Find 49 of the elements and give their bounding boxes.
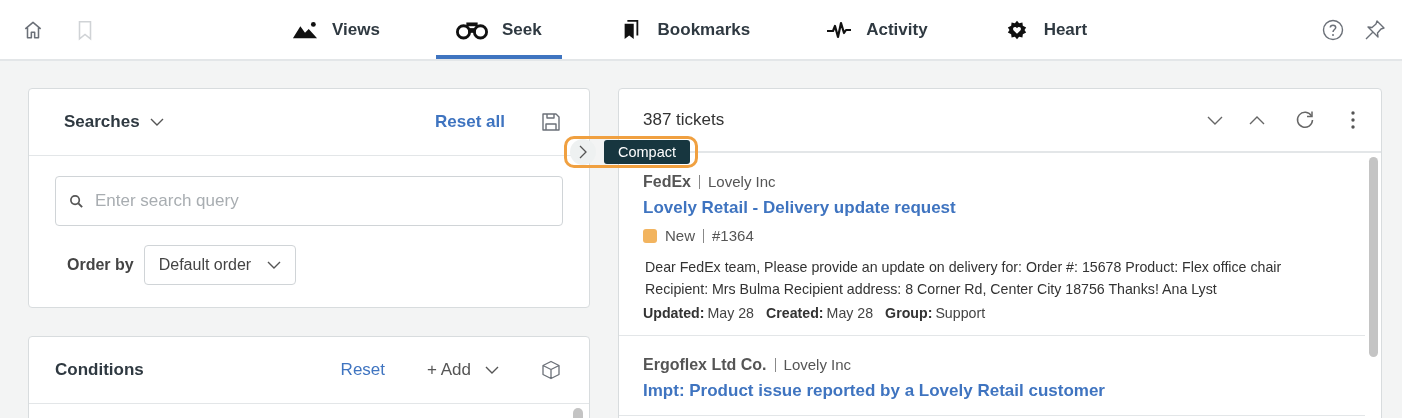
meta-label: Group: <box>885 305 933 321</box>
nav-tab[interactable]: Heart <box>983 0 1108 59</box>
reset-link[interactable]: Reset <box>340 360 386 380</box>
expand-toggle[interactable] <box>570 139 596 165</box>
organization-name: Lovely Inc <box>774 358 852 372</box>
ticket-number: #1364 <box>703 228 754 243</box>
search-icon <box>69 194 84 209</box>
meta-value: May 28 <box>707 305 754 321</box>
organization-name: Lovely Inc <box>699 175 776 189</box>
tooltip: Compact <box>604 140 691 164</box>
order-dropdown[interactable]: Default order <box>143 245 297 285</box>
meta-value: May 28 <box>826 305 874 321</box>
ticket-count: 387 tickets <box>643 110 725 130</box>
meta-label: Created: <box>766 305 824 321</box>
card-title: Conditions <box>55 360 144 380</box>
add-button[interactable]: + Add <box>427 360 499 380</box>
caret-icon <box>267 261 282 269</box>
company-name: Ergoflex Ltd Co. <box>643 356 767 374</box>
ticket-title-link[interactable]: Impt: Product issue reported by a Lovely Retail customer <box>643 381 1345 401</box>
ticket-description: Dear FedEx team, Please provide an update on delivery for: Order #: 15678 Product: Flex office chair Recipient: Mrs Bulma Recipient address: 8 Corner Rd, Center City 18756 Thanks! Ana Lyst <box>644 258 1283 299</box>
pin-icon[interactable] <box>1364 18 1386 41</box>
help-icon[interactable] <box>1322 18 1344 41</box>
order-label: Order by <box>67 256 134 274</box>
cube-icon[interactable] <box>541 360 561 380</box>
binoculars-icon <box>455 19 488 40</box>
nav-tab[interactable]: Activity <box>806 0 948 59</box>
chevron-down-icon[interactable] <box>149 118 164 126</box>
pulse-icon <box>826 19 853 40</box>
ticket-title-link[interactable]: Lovely Retail - Delivery update request <box>643 198 1345 218</box>
ticket-status: New <box>665 227 695 244</box>
chevron-down-icon[interactable] <box>1207 115 1223 125</box>
caret-icon <box>485 366 499 374</box>
mountain-icon <box>292 19 318 40</box>
save-icon[interactable] <box>541 112 561 132</box>
company-name: FedEx <box>643 173 691 191</box>
search-field[interactable]: Enter search query <box>55 176 563 226</box>
card-title: Searches <box>64 112 140 132</box>
reset-all-link[interactable]: Reset all <box>435 112 505 132</box>
meta-value: Support <box>935 305 986 321</box>
scrollbar[interactable] <box>573 408 583 418</box>
chevron-up-icon[interactable] <box>1249 115 1265 125</box>
nav-tab[interactable]: Bookmarks <box>597 0 771 59</box>
nav-tab[interactable]: Views <box>272 0 400 59</box>
more-icon[interactable] <box>1351 111 1355 129</box>
refresh-icon[interactable] <box>1295 110 1315 130</box>
scrollbar[interactable] <box>1368 157 1378 357</box>
meta-label: Updated: <box>643 305 705 321</box>
nav-tab[interactable]: Seek <box>435 0 562 59</box>
chevron-right-icon <box>579 145 587 159</box>
